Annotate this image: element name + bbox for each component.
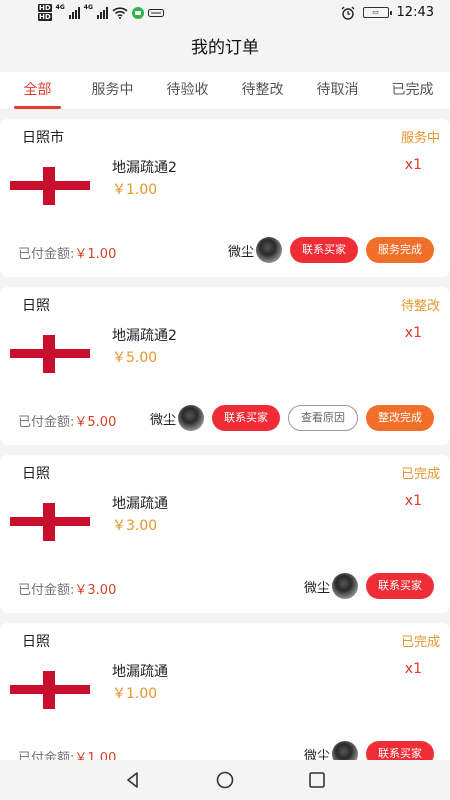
signal-icon: [96, 7, 108, 19]
network-type: 4G: [83, 4, 93, 11]
shop-name: 日照: [22, 634, 50, 650]
rectification-complete-button[interactable]: 整改完成: [366, 405, 434, 431]
avatar: [178, 405, 204, 431]
product-quantity: x1: [404, 325, 422, 341]
product-price: ￥1.00: [112, 182, 158, 198]
view-reason-button[interactable]: 查看原因: [288, 405, 358, 431]
product-thumbnail[interactable]: [10, 671, 90, 709]
buyer-name: 微尘: [303, 580, 330, 596]
product-name: 地漏疏通2: [112, 328, 177, 344]
product-quantity: x1: [404, 493, 422, 509]
paid-amount: 已付金额:￥1.00: [18, 247, 117, 262]
order-status: 已完成: [400, 635, 440, 650]
buyer-info: 微尘: [228, 237, 282, 263]
buyer-info: 微尘: [150, 405, 204, 431]
signal-area: HD HD 4G 4G: [38, 4, 164, 22]
order-tabs: 全部 服务中 待验收 待整改 待取消 已完成: [0, 72, 450, 110]
order-actions: 微尘 联系买家 服务完成: [228, 237, 434, 263]
order-status: 已完成: [400, 467, 440, 482]
battery-icon: ▭: [362, 7, 392, 18]
buyer-info: 微尘: [304, 741, 358, 760]
contact-buyer-button[interactable]: 联系买家: [366, 573, 434, 599]
recents-icon[interactable]: [307, 770, 327, 790]
app-notification-icon: [131, 7, 144, 19]
product-price: ￥5.00: [112, 350, 158, 366]
tab-in-service[interactable]: 服务中: [75, 72, 150, 109]
paid-amount: 已付金额:￥5.00: [18, 415, 117, 430]
product-name: 地漏疏通: [112, 496, 168, 512]
order-actions: 微尘 联系买家 查看原因 整改完成: [150, 405, 434, 431]
service-complete-button[interactable]: 服务完成: [366, 237, 434, 263]
product-quantity: x1: [404, 157, 422, 173]
alarm-icon: [341, 6, 355, 20]
order-list[interactable]: 日照市 服务中 地漏疏通2 ￥1.00 x1 已付金额:￥1.00 微尘 联系买…: [0, 110, 450, 760]
avatar: [256, 237, 282, 263]
shop-name: 日照市: [22, 130, 64, 146]
buyer-info: 微尘: [304, 573, 358, 599]
order-status: 待整改: [400, 299, 440, 314]
signal-icon: [68, 7, 80, 19]
order-card[interactable]: 日照 待整改 地漏疏通2 ￥5.00 x1 已付金额:￥5.00 微尘 联系买家…: [0, 287, 450, 445]
tab-pending-rectification[interactable]: 待整改: [225, 72, 300, 109]
page-title: 我的订单: [0, 28, 450, 70]
product-thumbnail[interactable]: [10, 503, 90, 541]
product-price: ￥1.00: [112, 686, 158, 702]
system-nav-bar: [0, 760, 450, 800]
shop-name: 日照: [22, 466, 50, 482]
product-name: 地漏疏通: [112, 664, 168, 680]
order-actions: 微尘 联系买家: [304, 573, 434, 599]
order-card[interactable]: 日照 已完成 地漏疏通 ￥3.00 x1 已付金额:￥3.00 微尘 联系买家: [0, 455, 450, 613]
paid-amount: 已付金额:￥1.00: [18, 751, 117, 760]
product-price: ￥3.00: [112, 518, 158, 534]
order-card[interactable]: 日照 已完成 地漏疏通 ￥1.00 x1 已付金额:￥1.00 微尘 联系买家: [0, 623, 450, 760]
tab-pending-cancel[interactable]: 待取消: [300, 72, 375, 109]
tab-all[interactable]: 全部: [0, 72, 75, 109]
back-icon[interactable]: [123, 770, 143, 790]
product-thumbnail[interactable]: [10, 335, 90, 373]
wifi-icon: [112, 7, 128, 19]
order-status: 服务中: [400, 131, 440, 146]
contact-buyer-button[interactable]: 联系买家: [290, 237, 358, 263]
buyer-name: 微尘: [227, 244, 254, 260]
avatar: [332, 573, 358, 599]
status-right: ▭ 12:43: [341, 5, 434, 20]
paid-amount: 已付金额:￥3.00: [18, 583, 117, 598]
product-thumbnail[interactable]: [10, 167, 90, 205]
avatar: [332, 741, 358, 760]
contact-buyer-button[interactable]: 联系买家: [366, 741, 434, 760]
tab-completed[interactable]: 已完成: [375, 72, 450, 109]
contact-buyer-button[interactable]: 联系买家: [212, 405, 280, 431]
vpn-icon: [147, 9, 164, 17]
product-name: 地漏疏通2: [112, 160, 177, 176]
order-card[interactable]: 日照市 服务中 地漏疏通2 ￥1.00 x1 已付金额:￥1.00 微尘 联系买…: [0, 119, 450, 277]
network-type: 4G: [55, 4, 65, 11]
tab-pending-acceptance[interactable]: 待验收: [150, 72, 225, 109]
status-bar: HD HD 4G 4G ▭ 12:43: [0, 0, 450, 28]
hd-icon: HD HD: [38, 4, 52, 21]
buyer-name: 微尘: [303, 748, 330, 761]
product-quantity: x1: [404, 661, 422, 677]
buyer-name: 微尘: [149, 412, 176, 428]
order-actions: 微尘 联系买家: [304, 741, 434, 760]
clock: 12:43: [396, 5, 434, 20]
shop-name: 日照: [22, 298, 50, 314]
home-icon[interactable]: [215, 770, 235, 790]
